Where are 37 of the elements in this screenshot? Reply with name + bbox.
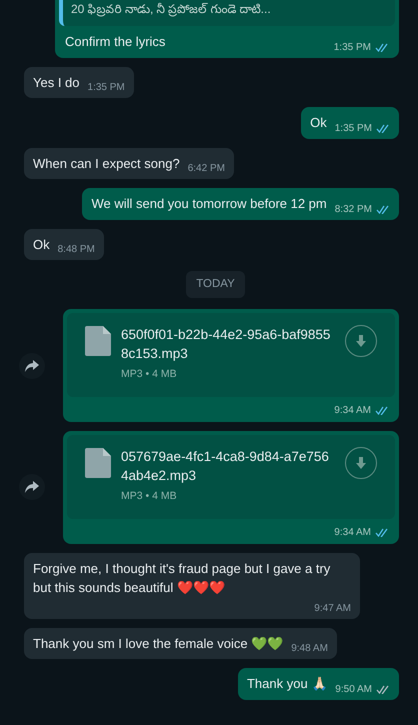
message-text: When can I expect song? <box>33 154 180 173</box>
message-time: 8:32 PM <box>334 202 372 216</box>
message-time: 9:48 AM <box>291 642 328 656</box>
message-text: Ok <box>33 236 50 254</box>
message-time: 9:34 AM <box>334 404 371 418</box>
message-text: Thank you sm I love the female voice 💚💚 <box>33 634 284 653</box>
message-text: Forgive me, I thought it's fraud page but I gave a try but this sounds beautiful ❤❤❤ <box>33 560 332 598</box>
file-name: 057679ae-4fc1-4ca8-9d84-a7e7564ab4e2.mp3 <box>121 448 330 485</box>
message-time: 6:42 PM <box>188 162 225 176</box>
message-time: 1:35 PM <box>88 81 125 95</box>
forward-button[interactable] <box>19 474 45 500</box>
message-text: Ok <box>310 114 327 132</box>
file-meta: MP3 • 4 MB <box>121 367 178 382</box>
message-time: 9:50 AM <box>335 682 372 697</box>
message-text: Confirm the lyrics <box>65 33 166 51</box>
download-button[interactable] <box>345 325 377 358</box>
file-icon <box>85 448 111 478</box>
share-icon <box>25 481 39 494</box>
message-time: 1:35 PM <box>334 40 371 54</box>
message-time: 8:48 PM <box>58 243 95 257</box>
download-icon <box>356 335 366 348</box>
message-text: Yes I do <box>33 74 80 92</box>
forward-button[interactable] <box>19 352 45 379</box>
message-text: We will send you tomorrow before 12 pm <box>91 195 327 213</box>
file-icon <box>85 326 111 356</box>
file-meta: MP3 • 4 MB <box>121 489 178 504</box>
message-time: 1:35 PM <box>334 122 372 136</box>
file-card[interactable]: 057679ae-4fc1-4ca8-9d84-a7e7564ab4e2.mp3 MP3 • 4 MB <box>67 435 395 519</box>
file-name: 650f0f01-b22b-44e2-95a6-baf98558c153.mp3 <box>121 326 332 364</box>
message-time: 9:47 AM <box>314 602 351 616</box>
share-icon <box>25 360 39 372</box>
download-icon <box>356 457 366 469</box>
file-card[interactable]: 650f0f01-b22b-44e2-95a6-baf98558c153.mp3 MP3 • 4 MB <box>67 313 395 397</box>
download-button[interactable] <box>345 447 377 479</box>
message-time: 9:34 AM <box>334 526 371 540</box>
message-text: Thank you 🙏🏻 <box>246 675 328 694</box>
quoted-text: 20 ఫిబ్రవరి నాడు, నీ ప్రపోజల్ గుండె దాటి... <box>71 2 271 16</box>
